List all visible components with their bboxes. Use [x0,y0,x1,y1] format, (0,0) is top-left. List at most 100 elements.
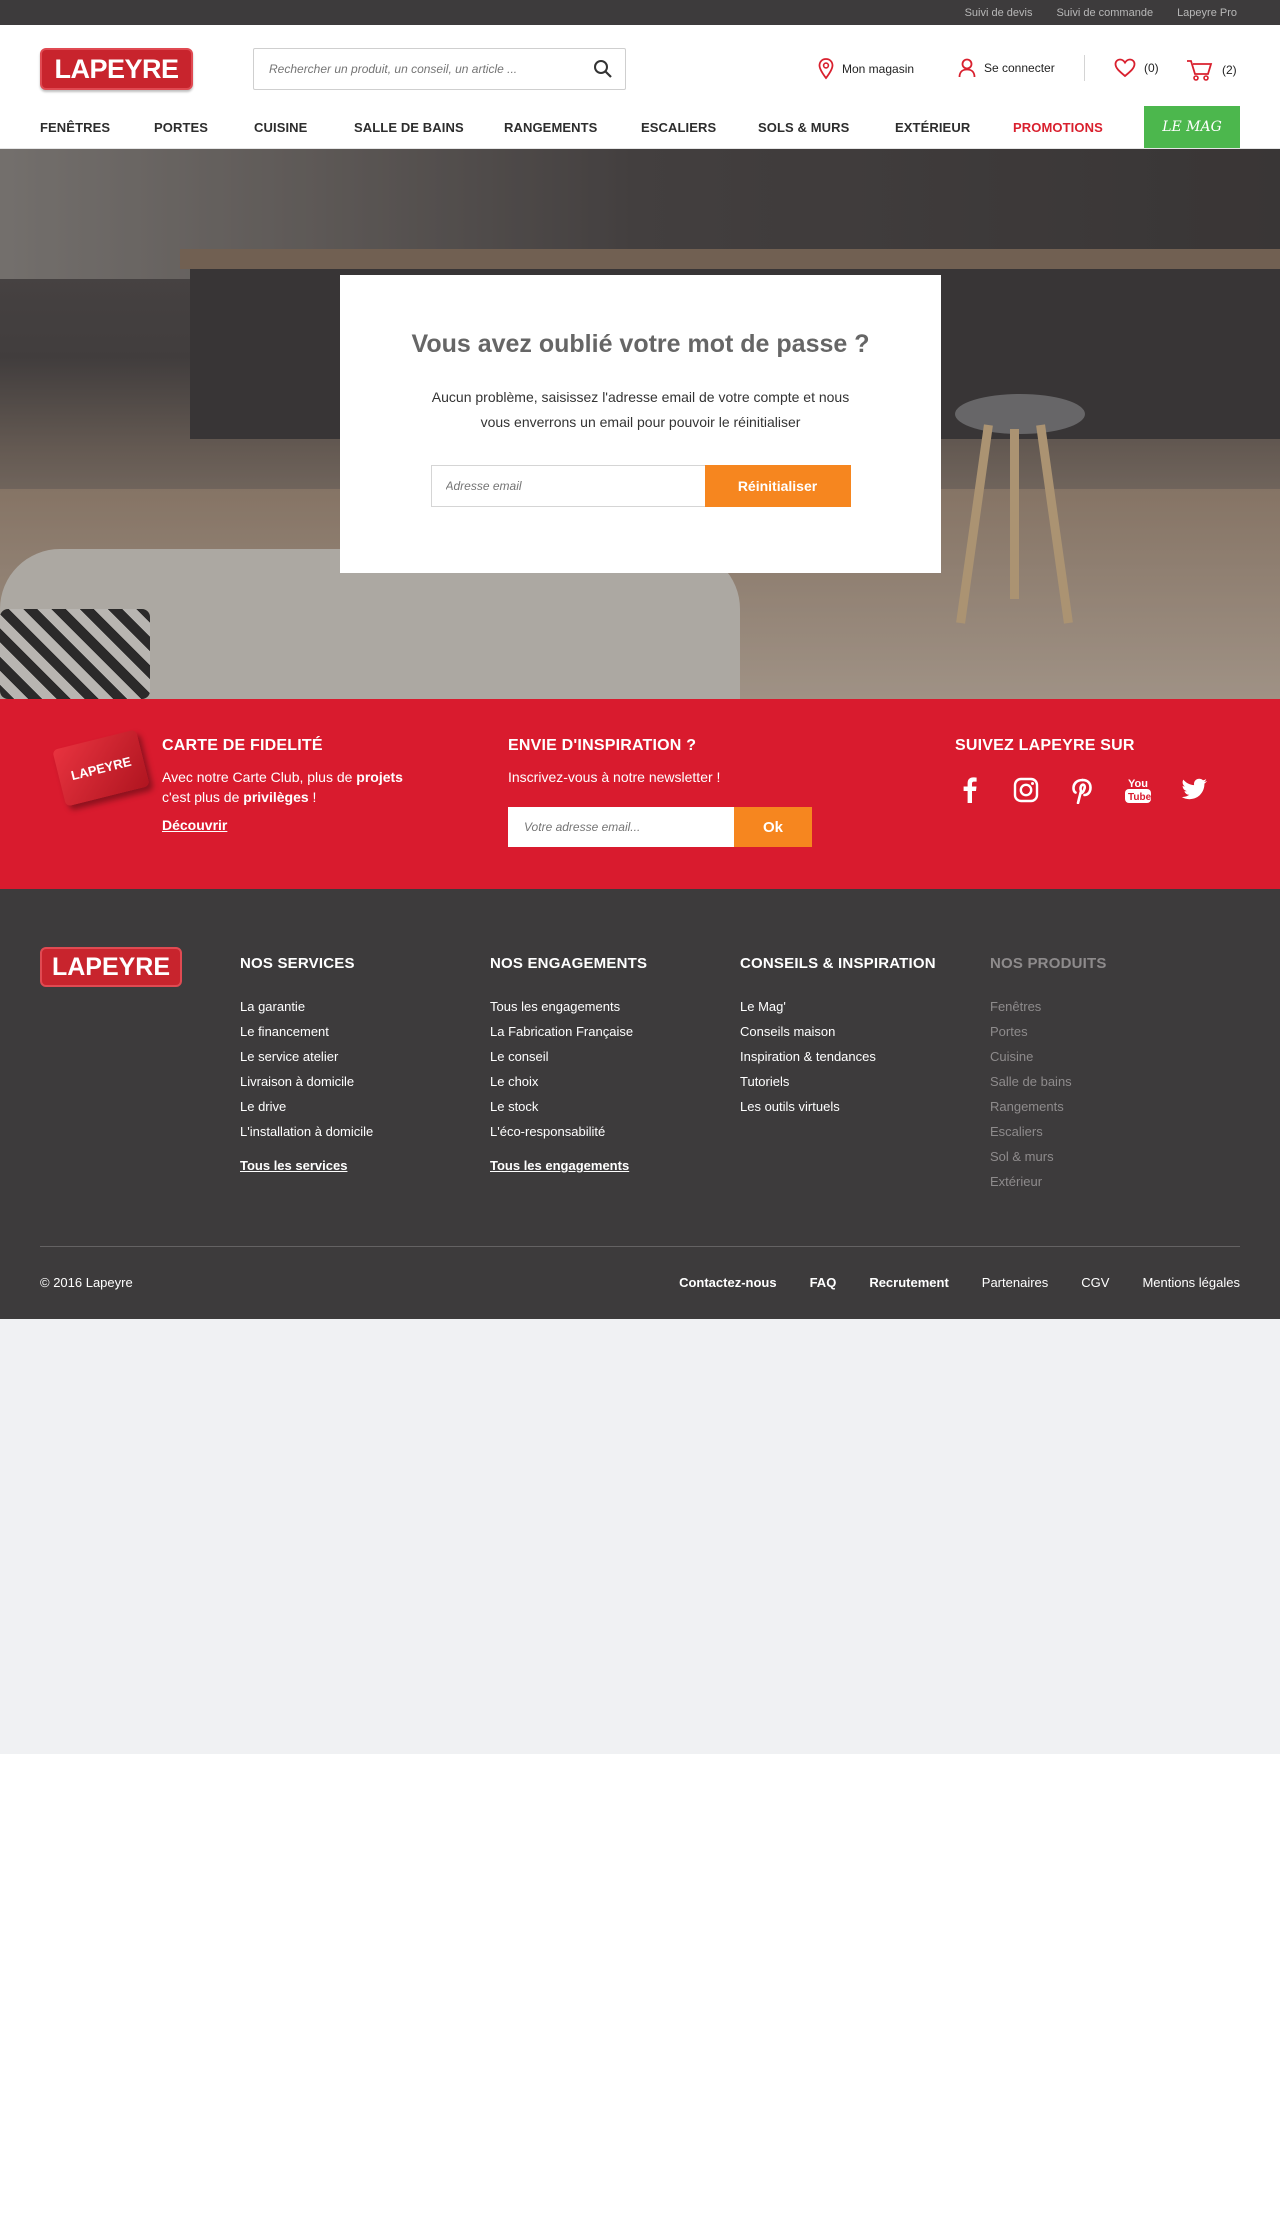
footer-more-services-link[interactable]: Tous les services [240,1158,373,1173]
reset-description: Aucun problème, saisissez l'adresse emai… [431,389,850,430]
footer-link[interactable]: Le financement [240,1019,373,1044]
twitter-icon[interactable] [1179,775,1209,805]
nav-item-cuisine[interactable]: CUISINE [254,120,307,135]
footer-link[interactable]: Tous les engagements [490,994,647,1019]
footer-logo[interactable]: LAPEYRE [40,947,182,987]
footer-link[interactable]: La Fabrication Française [490,1019,647,1044]
footer-link-partenaires[interactable]: Partenaires [982,1275,1048,1290]
newsletter-form: Ok [508,807,812,847]
social-links: You Tube [955,775,1209,805]
footer-col-services: NOS SERVICES La garantie Le financement … [240,955,373,1173]
footer-link[interactable]: Fenêtres [990,994,1107,1019]
store-locator[interactable]: Mon magasin [818,58,914,80]
header-divider [1084,55,1085,81]
footer-link[interactable]: Les outils virtuels [740,1094,936,1119]
search-input[interactable] [254,49,581,89]
facebook-icon[interactable] [955,775,985,805]
footer-col-conseils: CONSEILS & INSPIRATION Le Mag' Conseils … [740,955,936,1119]
footer-link[interactable]: Rangements [990,1094,1107,1119]
newsletter-title: ENVIE D'INSPIRATION ? [508,737,697,754]
nav-item-salle-de-bains[interactable]: SALLE DE BAINS [354,120,464,135]
footer-link[interactable]: Conseils maison [740,1019,936,1044]
heart-icon [1114,58,1136,78]
instagram-icon[interactable] [1011,775,1041,805]
reset-button[interactable]: Réinitialiser [704,465,851,507]
user-icon [958,58,976,78]
footer-link[interactable]: Le drive [240,1094,373,1119]
footer-bottom: © 2016 Lapeyre Contactez-nous FAQ Recrut… [40,1275,1240,1290]
site-footer: LAPEYRE NOS SERVICES La garantie Le fina… [0,889,1280,1319]
footer-link[interactable]: Tutoriels [740,1069,936,1094]
social-title: SUIVEZ LAPEYRE SUR [955,737,1135,754]
footer-link[interactable]: Le Mag' [740,994,936,1019]
le-mag-button[interactable]: LE MAG [1144,106,1240,148]
loyalty-text: Avec notre Carte Club, plus de projets c… [162,767,452,807]
footer-link[interactable]: Le service atelier [240,1044,373,1069]
newsletter-email-input[interactable] [508,807,734,847]
footer-link[interactable]: Cuisine [990,1044,1107,1069]
pinterest-icon[interactable] [1067,775,1097,805]
footer-link-contact[interactable]: Contactez-nous [679,1275,777,1290]
footer-col-title: CONSEILS & INSPIRATION [740,955,936,972]
footer-divider [40,1246,1240,1247]
cart-count: (2) [1222,63,1237,77]
search-button[interactable] [581,49,625,89]
footer-link[interactable]: L'installation à domicile [240,1119,373,1144]
loyalty-text-part: Avec notre Carte Club, plus de [162,769,357,785]
password-reset-card: Vous avez oublié votre mot de passe ? Au… [340,275,941,573]
reset-form: Réinitialiser [340,465,941,507]
nav-item-escaliers[interactable]: ESCALIERS [641,120,716,135]
link-lapeyre-pro[interactable]: Lapeyre Pro [1177,7,1237,19]
footer-link[interactable]: Escaliers [990,1119,1107,1144]
loyalty-discover-link[interactable]: Découvrir [162,817,227,833]
nav-item-promotions[interactable]: PROMOTIONS [1013,120,1103,135]
reset-email-input[interactable] [430,465,705,507]
nav-item-portes[interactable]: PORTES [154,120,208,135]
newsletter-submit-button[interactable]: Ok [734,807,812,847]
footer-col-engagements: NOS ENGAGEMENTS Tous les engagements La … [490,955,647,1173]
cart-link[interactable]: (2) [1186,58,1237,82]
footer-col-produits: NOS PRODUITS Fenêtres Portes Cuisine Sal… [990,955,1107,1194]
footer-logo-text: LAPEYRE [51,952,171,981]
search-icon [594,60,612,78]
footer-link-cgv[interactable]: CGV [1081,1275,1109,1290]
link-suivi-devis[interactable]: Suivi de devis [965,7,1033,19]
wishlist-link[interactable]: (0) [1114,58,1159,78]
search-bar [253,48,626,90]
nav-item-sols-murs[interactable]: SOLS & MURS [758,120,849,135]
link-suivi-commande[interactable]: Suivi de commande [1056,7,1153,19]
footer-link[interactable]: Le conseil [490,1044,647,1069]
footer-link-faq[interactable]: FAQ [810,1275,837,1290]
footer-link[interactable]: Portes [990,1019,1107,1044]
loyalty-text-part: c'est plus de [162,789,244,805]
nav-item-fenetres[interactable]: FENÊTRES [40,120,110,135]
site-logo[interactable]: LAPEYRE [40,48,193,90]
footer-link[interactable]: L'éco-responsabilité [490,1119,647,1144]
svg-text:Tube: Tube [1128,792,1152,803]
footer-link[interactable]: Le choix [490,1069,647,1094]
footer-more-engagements-link[interactable]: Tous les engagements [490,1158,647,1173]
footer-link[interactable]: Sol & murs [990,1144,1107,1169]
copyright: © 2016 Lapeyre [40,1275,133,1290]
location-pin-icon [818,58,834,80]
cart-icon [1187,60,1213,81]
nav-item-exterieur[interactable]: EXTÉRIEUR [895,120,970,135]
footer-link[interactable]: La garantie [240,994,373,1019]
loyalty-text-bold: projets [356,769,403,785]
footer-link[interactable]: Le stock [490,1094,647,1119]
footer-link-mentions[interactable]: Mentions légales [1142,1275,1240,1290]
nav-item-rangements[interactable]: RANGEMENTS [504,120,597,135]
footer-legal-links: Contactez-nous FAQ Recrutement Partenair… [679,1275,1240,1290]
footer-link-recrutement[interactable]: Recrutement [869,1275,948,1290]
login-label: Se connecter [984,61,1055,75]
footer-col-title: NOS ENGAGEMENTS [490,955,648,972]
svg-text:You: You [1128,778,1148,790]
footer-link[interactable]: Inspiration & tendances [740,1044,936,1069]
footer-link[interactable]: Livraison à domicile [240,1069,373,1094]
footer-link[interactable]: Extérieur [990,1169,1107,1194]
youtube-icon[interactable]: You Tube [1123,775,1153,805]
login-link[interactable]: Se connecter [958,58,1055,78]
footer-link[interactable]: Salle de bains [990,1069,1107,1094]
empty-page-area [0,1319,1280,1754]
promo-band: LAPEYRE CARTE DE FIDELITÉ Avec notre Car… [0,699,1280,889]
